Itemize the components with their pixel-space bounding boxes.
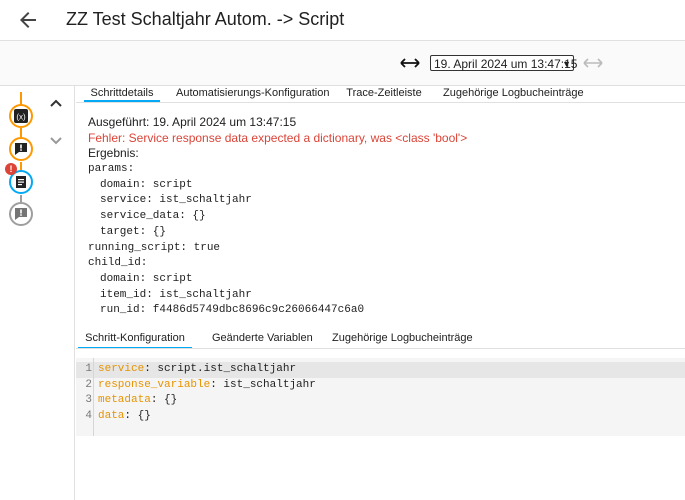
code-value: ist_schaltjahr [216, 378, 316, 391]
yaml-editor[interactable]: 1 service: script.ist_schaltjahr 2 respo… [76, 358, 685, 436]
trace-node-variables[interactable]: (x) [9, 104, 33, 128]
svg-text:(x): (x) [16, 113, 26, 122]
tabs-divider [76, 102, 685, 103]
page-title: ZZ Test Schaltjahr Autom. -> Script [66, 9, 345, 29]
yaml-line: target: {} [100, 225, 167, 238]
trace-node-condition[interactable] [9, 137, 33, 161]
line-number: 4 [85, 410, 92, 423]
chevron-down-icon[interactable] [49, 136, 63, 146]
code-value: {} [131, 410, 151, 423]
tabs-divider [76, 348, 685, 349]
code-line: 4 data: {} [76, 409, 685, 425]
graph-line [20, 195, 22, 202]
run-select-value: 19. April 2024 um 13:47:15 [434, 57, 578, 71]
line-number: 1 [85, 363, 92, 375]
yaml-line: domain: script [100, 272, 193, 285]
yaml-line: running_script: true [88, 241, 221, 254]
yaml-line: child_id: [88, 257, 148, 270]
code-key: data [98, 410, 125, 423]
chevron-up-icon[interactable] [49, 98, 63, 108]
trace-node-not-executed[interactable] [9, 202, 33, 226]
code-key: metadata [98, 394, 151, 407]
line-number: 2 [85, 378, 92, 391]
code-value: {} [157, 394, 178, 407]
back-arrow-icon[interactable] [16, 8, 40, 32]
run-select[interactable]: 19. April 2024 um 13:47:15 ▼ [430, 55, 578, 71]
error-message: Fehler: Service response data expected a… [88, 130, 468, 145]
error-badge: ! [5, 163, 17, 175]
app-header: ZZ Test Schaltjahr Autom. -> Script [0, 0, 685, 40]
executed-time: Ausgeführt: 19. April 2024 um 13:47:15 [88, 115, 297, 129]
code-line: 2 response_variable: ist_schaltjahr [76, 378, 685, 394]
editor-gutter [93, 358, 94, 436]
code-value: script.ist_schaltjahr [150, 363, 297, 375]
tab-trace-timeline[interactable]: Trace-Zeitleiste [346, 86, 422, 102]
tab-logbook-entries-2[interactable]: Zugehörige Logbucheinträge [332, 331, 473, 347]
yaml-line: params: [88, 163, 135, 176]
alert-icon [15, 143, 27, 155]
code-line: 3 metadata: {} [76, 393, 685, 409]
yaml-line: domain: script [100, 178, 193, 191]
previous-run-icon[interactable] [400, 56, 420, 70]
tab-automation-config[interactable]: Automatisierungs-Konfiguration [176, 86, 329, 102]
line-number: 3 [85, 394, 92, 407]
code-key: response_variable [98, 378, 211, 391]
tab-step-config[interactable]: Schritt-Konfiguration [78, 331, 192, 349]
yaml-line: run_id: f4486d5749dbc8696c9c26066447c6a0 [100, 304, 365, 317]
tab-logbook-entries[interactable]: Zugehörige Logbucheinträge [443, 86, 584, 102]
script-icon [16, 176, 26, 188]
result-label: Ergebnis: [88, 146, 139, 161]
config-tabs: Schritt-Konfiguration Geänderte Variable… [76, 331, 685, 349]
tab-changed-variables[interactable]: Geänderte Variablen [212, 331, 313, 347]
yaml-line: service_data: {} [100, 210, 206, 223]
code-line: 1 service: script.ist_schaltjahr [76, 362, 685, 378]
code-key: service [98, 363, 145, 375]
step-tabs: Schrittdetails Automatisierungs-Konfigur… [76, 86, 685, 102]
variable-icon: (x) [14, 109, 28, 123]
next-run-icon[interactable] [583, 56, 603, 70]
step-details: Ausgeführt: 19. April 2024 um 13:47:15 F… [88, 115, 467, 319]
yaml-line: service: ist_schaltjahr [100, 194, 252, 207]
yaml-line: item_id: ist_schaltjahr [100, 288, 252, 301]
chevron-down-icon: ▼ [562, 59, 571, 69]
tab-step-details[interactable]: Schrittdetails [84, 86, 160, 102]
alert-icon [15, 208, 27, 220]
